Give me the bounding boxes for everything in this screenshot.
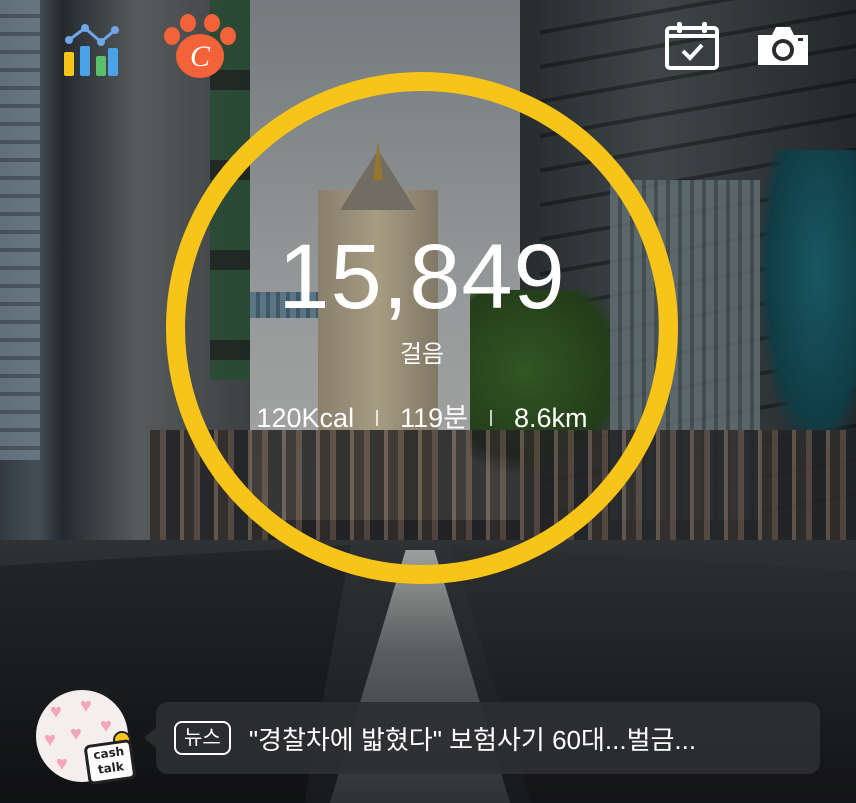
heart-icon: ♥ <box>100 715 112 737</box>
heart-icon: ♥ <box>50 701 62 723</box>
calendar-check-icon <box>665 22 719 70</box>
news-headline[interactable]: "경찰차에 밟혔다" 보험사기 60대...벌금... <box>249 720 809 757</box>
paw-letter: C <box>190 40 211 73</box>
cashwalk-paw-button[interactable]: C <box>160 14 240 80</box>
heart-icon: ♥ <box>80 695 92 717</box>
metric-divider <box>489 410 492 426</box>
calories-value: 120Kcal <box>256 403 355 433</box>
heart-icon: ♥ <box>44 729 56 751</box>
news-bubble[interactable]: 뉴스 "경찰차에 밟혔다" 보험사기 60대...벌금... <box>144 702 820 774</box>
camera-icon <box>758 27 808 65</box>
distance-value: 8.6km <box>513 403 588 433</box>
heart-icon: ♥ <box>56 753 68 775</box>
camera-button[interactable] <box>752 18 814 74</box>
step-count: 15,849 <box>278 226 566 328</box>
cashwalk-paw-icon: C <box>164 14 236 78</box>
metric-divider <box>376 410 379 426</box>
duration-value: 119분 <box>400 403 468 433</box>
stats-chart-icon <box>64 24 119 76</box>
heart-icon: ♥ <box>70 723 82 745</box>
news-tag: 뉴스 <box>174 721 231 755</box>
step-label: 걸음 <box>399 341 445 368</box>
calendar-button[interactable] <box>662 18 722 74</box>
stats-button[interactable] <box>60 18 122 80</box>
activity-metrics: 120Kcal 119분 8.6km <box>166 400 678 436</box>
cashtalk-badge: cash talk <box>83 738 137 786</box>
